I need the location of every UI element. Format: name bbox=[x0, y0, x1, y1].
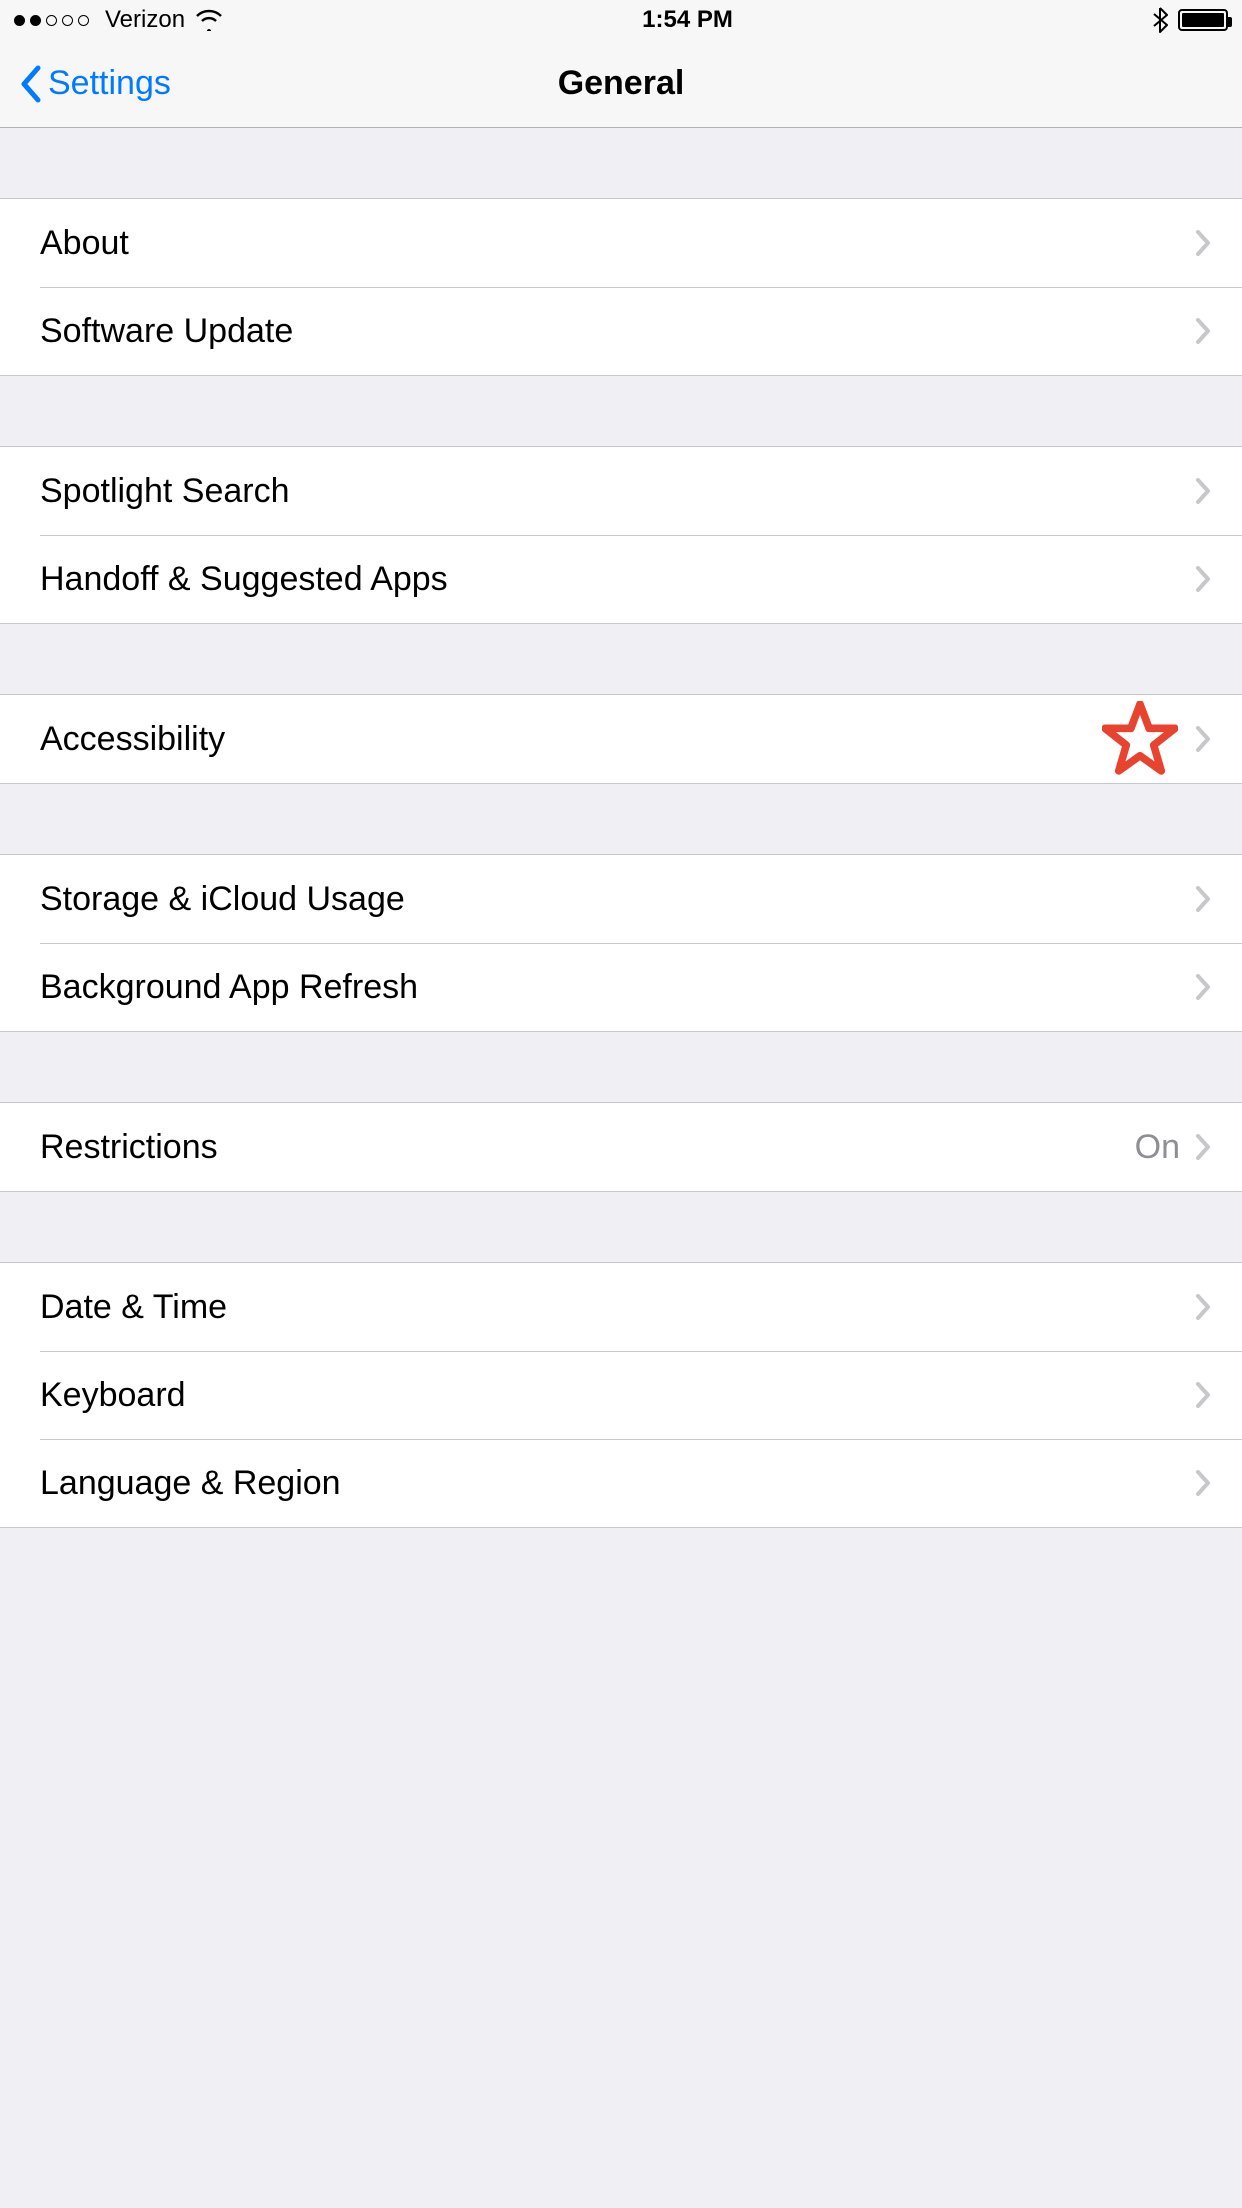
chevron-right-icon bbox=[1194, 884, 1212, 914]
row-about[interactable]: About bbox=[0, 199, 1242, 287]
row-label: Restrictions bbox=[40, 1128, 1135, 1167]
row-label: Language & Region bbox=[40, 1464, 1194, 1503]
row-restrictions[interactable]: Restrictions On bbox=[0, 1103, 1242, 1191]
status-time: 1:54 PM bbox=[642, 6, 733, 34]
group-storage: Storage & iCloud Usage Background App Re… bbox=[0, 854, 1242, 1032]
battery-icon bbox=[1178, 9, 1228, 31]
back-label: Settings bbox=[48, 64, 171, 103]
chevron-right-icon bbox=[1194, 1132, 1212, 1162]
chevron-right-icon bbox=[1194, 564, 1212, 594]
row-label: Date & Time bbox=[40, 1288, 1194, 1327]
carrier-label: Verizon bbox=[105, 6, 185, 34]
row-label: Background App Refresh bbox=[40, 968, 1194, 1007]
back-button[interactable]: Settings bbox=[18, 40, 171, 127]
row-label: Spotlight Search bbox=[40, 472, 1194, 511]
row-spotlight-search[interactable]: Spotlight Search bbox=[0, 447, 1242, 535]
row-label: Software Update bbox=[40, 312, 1194, 351]
group-spotlight: Spotlight Search Handoff & Suggested App… bbox=[0, 446, 1242, 624]
row-label: Accessibility bbox=[40, 720, 1102, 759]
chevron-right-icon bbox=[1194, 1468, 1212, 1498]
row-label: Handoff & Suggested Apps bbox=[40, 560, 1194, 599]
chevron-right-icon bbox=[1194, 724, 1212, 754]
group-restrictions: Restrictions On bbox=[0, 1102, 1242, 1192]
chevron-right-icon bbox=[1194, 316, 1212, 346]
row-value: On bbox=[1135, 1128, 1180, 1167]
row-label: Keyboard bbox=[40, 1376, 1194, 1415]
chevron-right-icon bbox=[1194, 972, 1212, 1002]
star-icon bbox=[1102, 701, 1178, 777]
status-bar: Verizon 1:54 PM bbox=[0, 0, 1242, 40]
chevron-right-icon bbox=[1194, 228, 1212, 258]
group-date-keyboard: Date & Time Keyboard Language & Region bbox=[0, 1262, 1242, 1528]
row-date-time[interactable]: Date & Time bbox=[0, 1263, 1242, 1351]
settings-list: About Software Update Spotlight Search H… bbox=[0, 128, 1242, 1528]
wifi-icon bbox=[195, 9, 223, 31]
status-left: Verizon bbox=[14, 6, 223, 34]
row-label: About bbox=[40, 224, 1194, 263]
row-label: Storage & iCloud Usage bbox=[40, 880, 1194, 919]
chevron-right-icon bbox=[1194, 1380, 1212, 1410]
row-storage-icloud[interactable]: Storage & iCloud Usage bbox=[0, 855, 1242, 943]
chevron-right-icon bbox=[1194, 476, 1212, 506]
row-language-region[interactable]: Language & Region bbox=[0, 1439, 1242, 1527]
row-keyboard[interactable]: Keyboard bbox=[0, 1351, 1242, 1439]
row-accessibility[interactable]: Accessibility bbox=[0, 695, 1242, 783]
status-right bbox=[1152, 7, 1228, 33]
chevron-left-icon bbox=[18, 64, 42, 104]
nav-bar: Settings General bbox=[0, 40, 1242, 128]
row-background-app-refresh[interactable]: Background App Refresh bbox=[0, 943, 1242, 1031]
chevron-right-icon bbox=[1194, 1292, 1212, 1322]
group-accessibility: Accessibility bbox=[0, 694, 1242, 784]
bluetooth-icon bbox=[1152, 7, 1168, 33]
row-handoff[interactable]: Handoff & Suggested Apps bbox=[0, 535, 1242, 623]
group-about: About Software Update bbox=[0, 198, 1242, 376]
signal-strength-icon bbox=[14, 15, 89, 26]
page-title: General bbox=[558, 64, 685, 103]
row-software-update[interactable]: Software Update bbox=[0, 287, 1242, 375]
